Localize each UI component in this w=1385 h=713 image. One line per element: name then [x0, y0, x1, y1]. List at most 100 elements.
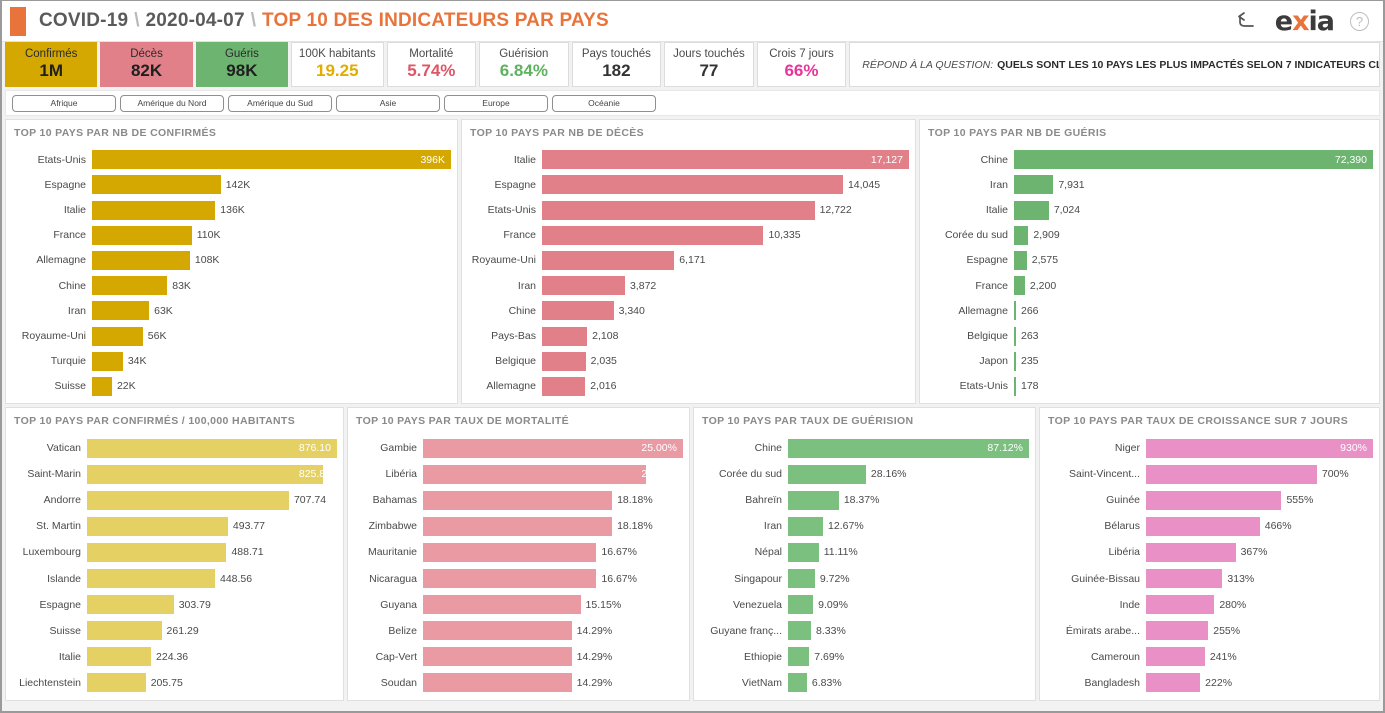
bar-row[interactable]: Islande 448.56: [10, 565, 337, 591]
bar-row[interactable]: Belgique 2,035: [466, 349, 909, 374]
bar[interactable]: [87, 464, 323, 484]
bar-row[interactable]: France 10,335: [466, 223, 909, 248]
kpi-deces[interactable]: Décès 82K: [100, 42, 193, 87]
bar-row[interactable]: Suisse 22K: [10, 374, 451, 399]
bar-row[interactable]: Ethiopie 7.69%: [698, 644, 1029, 670]
bar[interactable]: [423, 569, 597, 589]
bar[interactable]: [788, 673, 807, 693]
bar[interactable]: [542, 301, 614, 321]
bar-row[interactable]: Saint-Vincent... 700%: [1044, 461, 1373, 487]
bar[interactable]: [87, 621, 162, 641]
bar[interactable]: [423, 673, 572, 693]
kpi-100k-habitants[interactable]: 100K habitants 19.25: [291, 42, 384, 87]
bar-row[interactable]: Libéria 367%: [1044, 539, 1373, 565]
bar[interactable]: [1014, 276, 1025, 296]
bar-row[interactable]: Belize 14.29%: [352, 618, 683, 644]
bar[interactable]: [87, 647, 152, 667]
bar-row[interactable]: Guinée 555%: [1044, 487, 1373, 513]
bar-row[interactable]: Turquie 34K: [10, 349, 451, 374]
bar[interactable]: [542, 250, 675, 270]
bar[interactable]: [1146, 438, 1373, 458]
filter-afrique[interactable]: Afrique: [12, 94, 116, 112]
bar[interactable]: [1146, 569, 1223, 589]
bar[interactable]: [788, 647, 810, 667]
bar-row[interactable]: Italie 7,024: [924, 197, 1373, 222]
bar-row[interactable]: Chine 83K: [10, 273, 451, 298]
bar[interactable]: [92, 150, 451, 170]
bar[interactable]: [423, 647, 572, 667]
bar[interactable]: [1146, 516, 1260, 536]
bar-row[interactable]: Corée du sud 28.16%: [698, 461, 1029, 487]
bar[interactable]: [1146, 490, 1282, 510]
bar[interactable]: [1014, 351, 1016, 371]
bar[interactable]: [788, 595, 814, 615]
bar[interactable]: [542, 326, 588, 346]
bar[interactable]: [1146, 542, 1236, 562]
undo-arrow-icon[interactable]: [1235, 11, 1259, 31]
kpi-mortalite[interactable]: Mortalité 5.74%: [386, 42, 477, 87]
bar[interactable]: [788, 490, 839, 510]
bar-row[interactable]: Allemagne 2,016: [466, 374, 909, 399]
bar[interactable]: [542, 376, 586, 396]
bar-row[interactable]: Allemagne 266: [924, 298, 1373, 323]
bar[interactable]: [1146, 621, 1209, 641]
bar-row[interactable]: Nicaragua 16.67%: [352, 565, 683, 591]
bar-row[interactable]: Cap-Vert 14.29%: [352, 644, 683, 670]
bar[interactable]: [1014, 175, 1054, 195]
bar-row[interactable]: Andorre 707.74: [10, 487, 337, 513]
bar-row[interactable]: Liechtenstein 205.75: [10, 670, 337, 696]
bar-row[interactable]: Iran 7,931: [924, 172, 1373, 197]
bar-row[interactable]: Inde 280%: [1044, 592, 1373, 618]
bar[interactable]: [1014, 225, 1029, 245]
bar-row[interactable]: Iran 63K: [10, 298, 451, 323]
kpi-jours-touches[interactable]: Jours touchés 77: [664, 42, 754, 87]
bar-row[interactable]: Venezuela 9.09%: [698, 592, 1029, 618]
bar-row[interactable]: Guyana 15.15%: [352, 592, 683, 618]
bar-row[interactable]: Népal 11.11%: [698, 539, 1029, 565]
bar[interactable]: [1146, 647, 1205, 667]
bar-row[interactable]: Cameroun 241%: [1044, 644, 1373, 670]
bar-row[interactable]: France 110K: [10, 223, 451, 248]
bar-row[interactable]: Royaume-Uni 6,171: [466, 248, 909, 273]
bar-row[interactable]: Etats-Unis 12,722: [466, 197, 909, 222]
bar-row[interactable]: Italie 224.36: [10, 644, 337, 670]
kpi-crois-7-jours[interactable]: Crois 7 jours 66%: [756, 42, 847, 87]
bar[interactable]: [87, 595, 174, 615]
bar-row[interactable]: Etats-Unis 178: [924, 374, 1373, 399]
bar[interactable]: [423, 464, 646, 484]
bar[interactable]: [423, 516, 613, 536]
bar-row[interactable]: Guyane franç... 8.33%: [698, 618, 1029, 644]
bar-row[interactable]: Belgique 263: [924, 323, 1373, 348]
bar[interactable]: [423, 542, 597, 562]
bar-row[interactable]: Espagne 303.79: [10, 592, 337, 618]
bar[interactable]: [87, 673, 146, 693]
bar[interactable]: [1014, 376, 1016, 396]
kpi-guerison[interactable]: Guérision 6.84%: [479, 42, 569, 87]
bar-row[interactable]: Singapour 9.72%: [698, 565, 1029, 591]
bar[interactable]: [542, 276, 625, 296]
bar[interactable]: [92, 301, 150, 321]
bar-row[interactable]: Iran 3,872: [466, 273, 909, 298]
bar-row[interactable]: Saint-Marin 825.81: [10, 461, 337, 487]
bar[interactable]: [542, 200, 815, 220]
bar-row[interactable]: Italie 136K: [10, 197, 451, 222]
filter-europe[interactable]: Europe: [444, 94, 548, 112]
bar[interactable]: [788, 542, 819, 562]
bar-row[interactable]: Espagne 142K: [10, 172, 451, 197]
bar-row[interactable]: Mauritanie 16.67%: [352, 539, 683, 565]
bar-row[interactable]: Niger 930%: [1044, 435, 1373, 461]
bar[interactable]: [92, 326, 143, 346]
bar-row[interactable]: France 2,200: [924, 273, 1373, 298]
bar-row[interactable]: Etats-Unis 396K: [10, 147, 451, 172]
bar-row[interactable]: Corée du sud 2,909: [924, 223, 1373, 248]
bar-row[interactable]: Chine 3,340: [466, 298, 909, 323]
bar[interactable]: [1014, 326, 1016, 346]
filter-amerique-du-nord[interactable]: Amérique du Nord: [120, 94, 224, 112]
bar[interactable]: [92, 376, 112, 396]
kpi-pays-touches[interactable]: Pays touchés 182: [571, 42, 662, 87]
bar-row[interactable]: St. Martin 493.77: [10, 513, 337, 539]
kpi-gueris[interactable]: Guéris 98K: [195, 42, 289, 87]
bar[interactable]: [1014, 200, 1049, 220]
bar-row[interactable]: Gambie 25.00%: [352, 435, 683, 461]
bar[interactable]: [788, 464, 866, 484]
